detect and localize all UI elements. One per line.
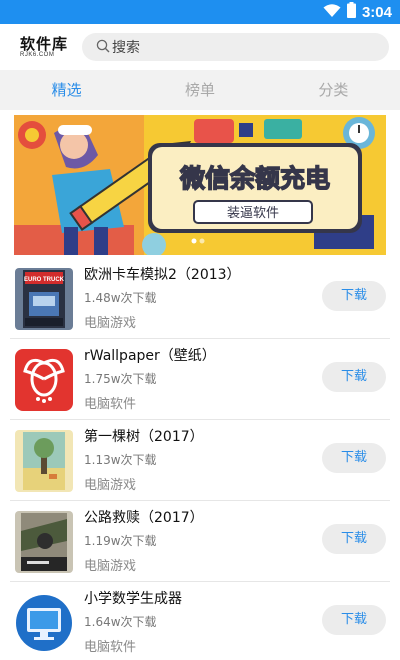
wifi-icon xyxy=(323,3,341,22)
list-item[interactable]: 第一棵树（2017） 1.13w次下载 电脑游戏 下载 xyxy=(10,420,390,501)
app-downloads: 1.48w次下载 xyxy=(84,291,157,305)
app-downloads: 1.75w次下载 xyxy=(84,372,157,386)
tab-rankings[interactable]: 榜单 xyxy=(133,70,266,110)
app-name: 第一棵树（2017） xyxy=(84,429,204,445)
app-category: 电脑游戏 xyxy=(84,478,137,493)
list-item[interactable]: 公路救赎（2017） 1.19w次下载 电脑游戏 下载 xyxy=(10,501,390,582)
app-downloads: 1.13w次下载 xyxy=(84,453,157,467)
svg-text:EURO TRUCK: EURO TRUCK xyxy=(24,277,65,283)
list-item[interactable]: EURO TRUCK 欧洲卡车模拟2（2013） 1.48w次下载 电脑游戏 下… xyxy=(10,258,390,339)
download-button[interactable]: 下载 xyxy=(322,281,386,311)
list-item[interactable]: rWallpaper（壁纸） 1.75w次下载 电脑软件 下载 xyxy=(10,339,390,420)
app-name: 小学数学生成器 xyxy=(84,591,182,607)
euro-truck-icon: EURO TRUCK xyxy=(15,268,73,330)
app-category: 电脑游戏 xyxy=(84,316,137,331)
status-icons: 3:04 xyxy=(323,2,392,22)
tab-categories[interactable]: 分类 xyxy=(267,70,400,110)
app-category: 电脑游戏 xyxy=(84,559,137,574)
status-bar: 3:04 xyxy=(0,0,400,24)
promo-banner[interactable]: 微信余额充电 装逼软件 xyxy=(14,115,386,255)
list-item[interactable]: 小学数学生成器 1.64w次下载 电脑软件 下载 xyxy=(10,582,390,660)
first-tree-icon xyxy=(15,430,73,492)
logo-title: 软件库 xyxy=(20,35,69,53)
wallpaper-app-icon xyxy=(15,349,73,411)
status-time: 3:04 xyxy=(361,3,392,21)
app-downloads: 1.19w次下载 xyxy=(84,534,157,548)
logo-subtitle: RJK6.COM xyxy=(20,52,55,58)
tab-featured[interactable]: 精选 xyxy=(0,70,133,110)
app-list: EURO TRUCK 欧洲卡车模拟2（2013） 1.48w次下载 电脑游戏 下… xyxy=(0,258,400,660)
download-button[interactable]: 下载 xyxy=(322,524,386,554)
app-name: rWallpaper（壁纸） xyxy=(84,348,216,364)
download-button[interactable]: 下载 xyxy=(322,443,386,473)
app-category: 电脑软件 xyxy=(84,640,137,655)
app-downloads: 1.64w次下载 xyxy=(84,615,157,629)
app-name: 欧洲卡车模拟2（2013） xyxy=(84,267,241,283)
battery-icon xyxy=(346,2,356,22)
search-icon xyxy=(96,38,110,57)
app-name: 公路救赎（2017） xyxy=(84,510,204,526)
banner-headline: 微信余额充电 xyxy=(179,164,330,193)
search-placeholder: 搜索 xyxy=(112,40,140,56)
app-header: 软件库 RJK6.COM 搜索 xyxy=(0,24,400,70)
banner-subline: 装逼软件 xyxy=(227,206,279,221)
download-button[interactable]: 下载 xyxy=(322,362,386,392)
monitor-icon xyxy=(15,592,73,654)
tab-bar: 精选 榜单 分类 xyxy=(0,70,400,110)
app-logo: 软件库 RJK6.COM xyxy=(20,36,70,59)
download-button[interactable]: 下载 xyxy=(322,605,386,635)
road-redemption-icon xyxy=(15,511,73,573)
search-input[interactable]: 搜索 xyxy=(82,33,389,61)
app-category: 电脑软件 xyxy=(84,397,137,412)
